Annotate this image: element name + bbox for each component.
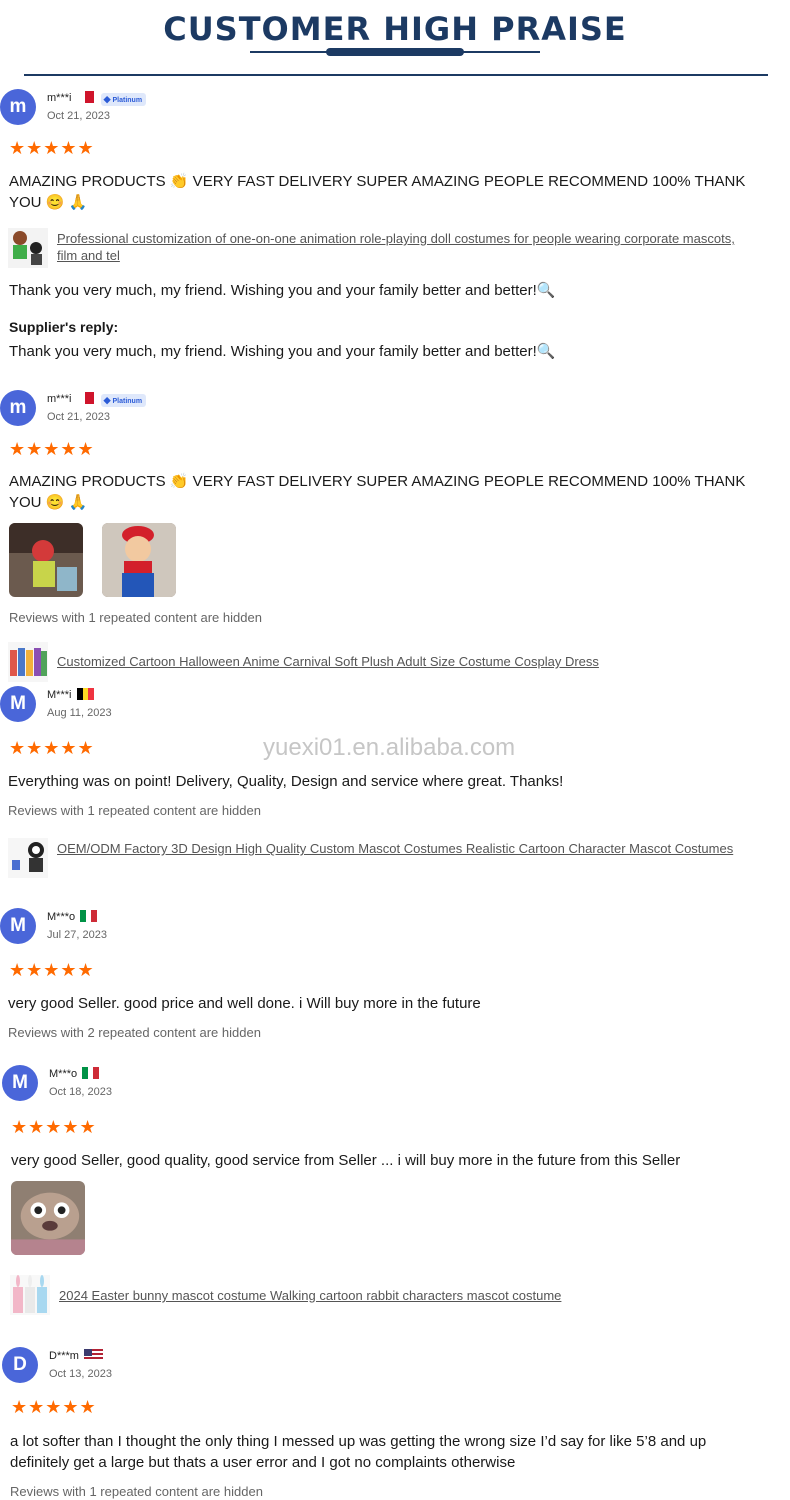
review-date: Aug 11, 2023 <box>47 707 112 719</box>
review-date: Oct 21, 2023 <box>47 110 110 122</box>
reviewer-meta: m***i ◆ Platinum <box>47 392 147 407</box>
avatar: M <box>0 686 36 722</box>
title-underline-bar <box>326 48 464 56</box>
verified-icon: ◆ <box>103 395 111 405</box>
star-rating: ★★★★★ <box>9 738 95 758</box>
avatar: M <box>0 908 36 944</box>
platinum-badge: ◆ Platinum <box>100 394 147 407</box>
star-rating: ★★★★★ <box>9 960 95 980</box>
review-date: Oct 21, 2023 <box>47 411 110 423</box>
page-header: CUSTOMER HIGH PRAISE <box>0 0 790 80</box>
product-link-row[interactable]: Customized Cartoon Halloween Anime Carni… <box>8 642 738 682</box>
review-photo[interactable] <box>9 523 83 597</box>
product-link-row[interactable]: OEM/ODM Factory 3D Design High Quality C… <box>8 838 738 878</box>
reviewer-name: M***i <box>47 689 72 701</box>
hidden-reviews-note: Reviews with 1 repeated content are hidd… <box>10 1484 263 1499</box>
malta-flag-icon <box>76 392 94 404</box>
review-text: Everything was on point! Delivery, Quali… <box>8 773 564 790</box>
review-text: very good Seller, good quality, good ser… <box>11 1152 681 1169</box>
italy-flag-icon <box>82 1067 100 1079</box>
review-card: M M***i Aug 11, 2023 ★★★★★ Everything wa… <box>0 686 790 878</box>
hidden-reviews-note: Reviews with 2 repeated content are hidd… <box>8 1025 261 1040</box>
reviewer-meta: M***i <box>47 688 94 701</box>
hidden-reviews-note: Reviews with 1 repeated content are hidd… <box>9 610 262 625</box>
avatar: m <box>0 390 36 426</box>
reviewer-name: M***o <box>47 911 76 923</box>
review-card: m m***i ◆ Platinum Oct 21, 2023 ★★★★★ AMA… <box>0 390 790 682</box>
page-title: CUSTOMER HIGH PRAISE <box>163 10 627 48</box>
review-date: Oct 13, 2023 <box>49 1368 112 1380</box>
review-text: very good Seller. good price and well do… <box>8 995 481 1012</box>
review-text: a lot softer than I thought the only thi… <box>10 1433 707 1471</box>
belgium-flag-icon <box>76 688 94 700</box>
review-card: M M***o Oct 18, 2023 ★★★★★ very good Sel… <box>0 1065 790 1315</box>
platinum-badge: ◆ Platinum <box>100 93 147 106</box>
reviewer-name: M***o <box>49 1068 78 1080</box>
reviewer-meta: M***o <box>49 1067 100 1080</box>
review-photo[interactable] <box>102 523 176 597</box>
product-link[interactable]: Customized Cartoon Halloween Anime Carni… <box>57 653 737 670</box>
product-link-row[interactable]: Professional customization of one-on-one… <box>8 228 738 268</box>
product-thumbnail[interactable] <box>8 838 48 878</box>
malta-flag-icon <box>76 91 94 103</box>
product-thumbnail[interactable] <box>8 228 48 268</box>
review-text: AMAZING PRODUCTS 👏 VERY FAST DELIVERY SU… <box>9 473 746 511</box>
supplier-reply-label: Supplier's reply: <box>9 319 119 335</box>
italy-flag-icon <box>80 910 98 922</box>
header-divider <box>24 74 768 76</box>
watermark: yuexi01.en.alibaba.com <box>263 734 516 761</box>
star-rating: ★★★★★ <box>11 1397 97 1417</box>
avatar: m <box>0 89 36 125</box>
review-date: Jul 27, 2023 <box>47 929 107 941</box>
verified-icon: ◆ <box>103 94 111 104</box>
review-text: AMAZING PRODUCTS 👏 VERY FAST DELIVERY SU… <box>9 173 746 211</box>
review-date: Oct 18, 2023 <box>49 1086 112 1098</box>
review-card: m m***i ◆ Platinum Oct 21, 2023 ★★★★★ AMA… <box>0 89 790 369</box>
product-thumbnail[interactable] <box>10 1275 50 1315</box>
review-card: D D***m Oct 13, 2023 ★★★★★ a lot softer … <box>0 1347 790 1500</box>
product-link[interactable]: OEM/ODM Factory 3D Design High Quality C… <box>57 840 737 857</box>
reviewer-meta: M***o <box>47 910 98 923</box>
star-rating: ★★★★★ <box>11 1117 97 1137</box>
hidden-reviews-note: Reviews with 1 repeated content are hidd… <box>8 803 261 818</box>
supplier-reply-text: Thank you very much, my friend. Wishing … <box>9 343 556 360</box>
star-rating: ★★★★★ <box>9 138 95 158</box>
reviewer-name: D***m <box>49 1350 79 1362</box>
usa-flag-icon <box>84 1349 104 1361</box>
review-card: M M***o Jul 27, 2023 ★★★★★ very good Sel… <box>0 908 790 1048</box>
avatar: M <box>2 1065 38 1101</box>
review-followup-text: Thank you very much, my friend. Wishing … <box>9 282 556 299</box>
product-thumbnail[interactable] <box>8 642 48 682</box>
star-rating: ★★★★★ <box>9 439 95 459</box>
product-link[interactable]: Professional customization of one-on-one… <box>57 230 737 264</box>
product-link[interactable]: 2024 Easter bunny mascot costume Walking… <box>59 1287 739 1304</box>
review-photo[interactable] <box>11 1181 85 1255</box>
product-link-row[interactable]: 2024 Easter bunny mascot costume Walking… <box>10 1275 740 1315</box>
reviewer-name: m***i <box>47 393 72 405</box>
reviewer-name: m***i <box>47 92 72 104</box>
avatar: D <box>2 1347 38 1383</box>
reviewer-meta: D***m <box>49 1349 104 1362</box>
reviewer-meta: m***i ◆ Platinum <box>47 91 147 106</box>
